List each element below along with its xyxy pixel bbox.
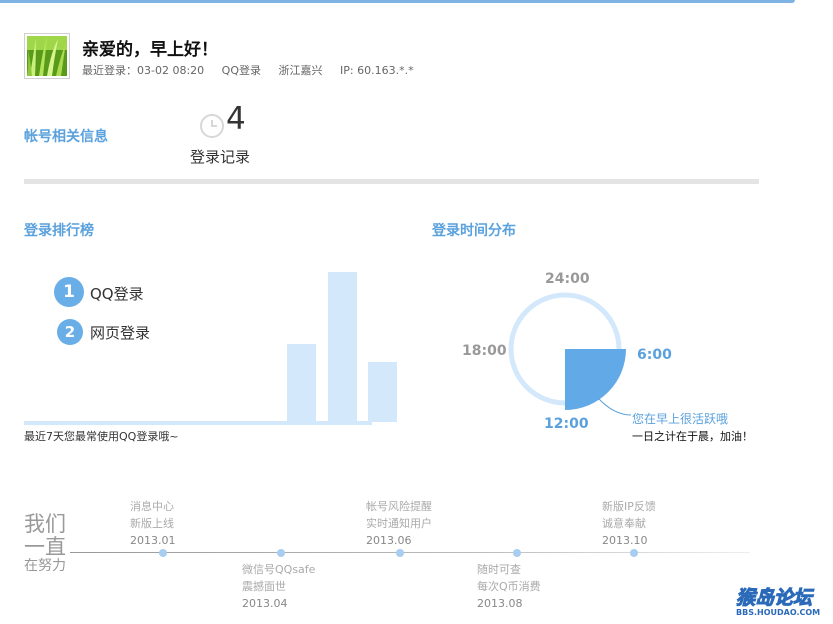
rank-label: QQ登录 xyxy=(90,285,144,303)
timeline-dot xyxy=(513,549,521,557)
rank-badge: 1 xyxy=(54,277,84,307)
event-date: 2013.01 xyxy=(130,534,176,547)
activity-motto: 一日之计在于晨，加油！ xyxy=(632,430,753,443)
event-date: 2013.08 xyxy=(477,597,523,610)
timeline-event: 随时可查 每次Q币消费 2013.08 xyxy=(477,561,541,612)
timeline-dot xyxy=(159,549,167,557)
clock-icon xyxy=(199,113,225,143)
top-accent-bar xyxy=(0,0,795,3)
login-records-link[interactable]: 登录记录 xyxy=(190,146,250,167)
timeline-dot xyxy=(630,549,638,557)
rank-label: 网页登录 xyxy=(90,324,151,342)
forum-watermark: 猴岛论坛 BBS.HOUDAO.COM xyxy=(735,583,821,618)
event-title: 消息中心 xyxy=(130,500,174,513)
event-subtitle: 诚意奉献 xyxy=(602,517,646,530)
timeline-line xyxy=(70,552,750,553)
chart-baseline xyxy=(24,421,372,425)
avatar[interactable] xyxy=(24,33,70,79)
timeline-event: 微信号QQsafe 震撼面世 2013.04 xyxy=(242,561,315,612)
watermark-logo: 猴岛论坛 xyxy=(735,587,813,610)
activity-note: 您在早上很活跃哦 xyxy=(632,412,729,426)
timeline-dot xyxy=(277,549,285,557)
last-login-method: QQ登录 xyxy=(221,64,261,77)
grass-avatar-image xyxy=(27,36,67,76)
event-subtitle: 每次Q币消费 xyxy=(477,580,541,593)
event-title: 新版IP反馈 xyxy=(602,500,656,513)
event-date: 2013.04 xyxy=(242,597,288,610)
motto-line-3: 在努力 xyxy=(24,558,66,574)
ranking-note: 最近7天您最常使用QQ登录哦~ xyxy=(24,430,179,443)
event-date: 2013.10 xyxy=(602,534,648,547)
timeline-event: 消息中心 新版上线 2013.01 xyxy=(130,498,176,549)
timeline-event: 新版IP反馈 诚意奉献 2013.10 xyxy=(602,498,656,549)
section-divider xyxy=(24,179,759,184)
rank-badge: 2 xyxy=(57,319,83,345)
last-login-ip: IP: 60.163.*.* xyxy=(340,64,414,77)
last-login-location: 浙江嘉兴 xyxy=(278,64,323,77)
event-subtitle: 震撼面世 xyxy=(242,580,286,593)
last-login-info: 最近登录：03-02 08:20 QQ登录 浙江嘉兴 IP: 60.163.*.… xyxy=(82,62,428,78)
login-bar xyxy=(287,344,316,422)
event-date: 2013.06 xyxy=(366,534,412,547)
greeting-title: 亲爱的，早上好！ xyxy=(82,40,218,60)
timeline-dot xyxy=(396,549,404,557)
last-login-time: 最近登录：03-02 08:20 xyxy=(82,64,205,77)
watermark-url: BBS.HOUDAO.COM xyxy=(736,608,821,617)
callout-line xyxy=(597,397,632,416)
event-title: 帐号风险提醒 xyxy=(366,500,432,513)
event-subtitle: 新版上线 xyxy=(130,517,174,530)
event-title: 微信号QQsafe xyxy=(242,563,316,576)
active-quadrant xyxy=(565,349,626,410)
account-section-title: 帐号相关信息 xyxy=(24,129,108,145)
timeline-event: 帐号风险提醒 实时通知用户 2013.06 xyxy=(366,498,432,549)
distribution-section-title: 登录时间分布 xyxy=(432,223,516,239)
login-bar xyxy=(368,362,397,422)
login-bar xyxy=(327,272,357,422)
ranking-section-title: 登录排行榜 xyxy=(24,223,94,239)
login-count[interactable]: 4 xyxy=(226,104,246,135)
event-title: 随时可查 xyxy=(477,563,521,576)
event-subtitle: 实时通知用户 xyxy=(366,517,432,530)
